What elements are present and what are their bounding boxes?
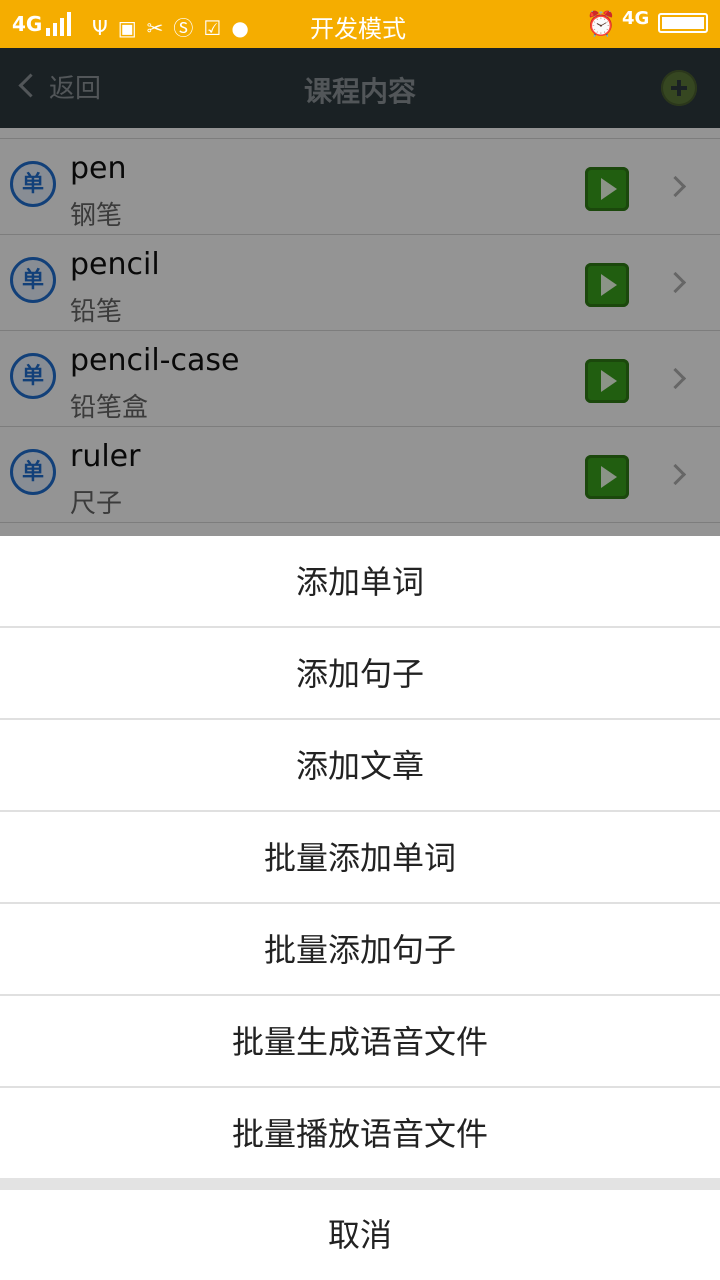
usb-icon: Ψ [92, 16, 118, 40]
signal-icon [46, 12, 76, 36]
batch-add-sentences-button[interactable]: 批量添加句子 [0, 904, 720, 996]
add-word-button[interactable]: 添加单词 [0, 536, 720, 628]
modal-overlay[interactable] [0, 48, 720, 536]
action-sheet: 添加单词 添加句子 添加文章 批量添加单词 批量添加句子 批量生成语音文件 批量… [0, 536, 720, 1280]
chat-icon: ● [231, 16, 259, 40]
clipboard-check-icon: ☑ [203, 16, 232, 40]
add-article-button[interactable]: 添加文章 [0, 720, 720, 812]
status-bar: 4G Ψ▣✂Ⓢ☑● 开发模式 ⏰ 4G [0, 0, 720, 48]
batch-generate-audio-button[interactable]: 批量生成语音文件 [0, 996, 720, 1088]
battery-icon [658, 13, 708, 33]
alarm-icon: ⏰ [586, 10, 616, 38]
add-sentence-button[interactable]: 添加句子 [0, 628, 720, 720]
cancel-button[interactable]: 取消 [0, 1190, 720, 1280]
s-icon: Ⓢ [173, 16, 204, 40]
status-mode-label: 开发模式 [310, 15, 406, 43]
tools-icon: ✂ [146, 16, 174, 40]
network-type-right: 4G [622, 8, 650, 29]
usb-debug-icon: ▣ [117, 16, 147, 40]
sheet-separator [0, 1178, 720, 1190]
batch-add-words-button[interactable]: 批量添加单词 [0, 812, 720, 904]
batch-play-audio-button[interactable]: 批量播放语音文件 [0, 1088, 720, 1180]
notification-icons: Ψ▣✂Ⓢ☑● [92, 12, 259, 41]
network-type-left: 4G [12, 12, 43, 36]
